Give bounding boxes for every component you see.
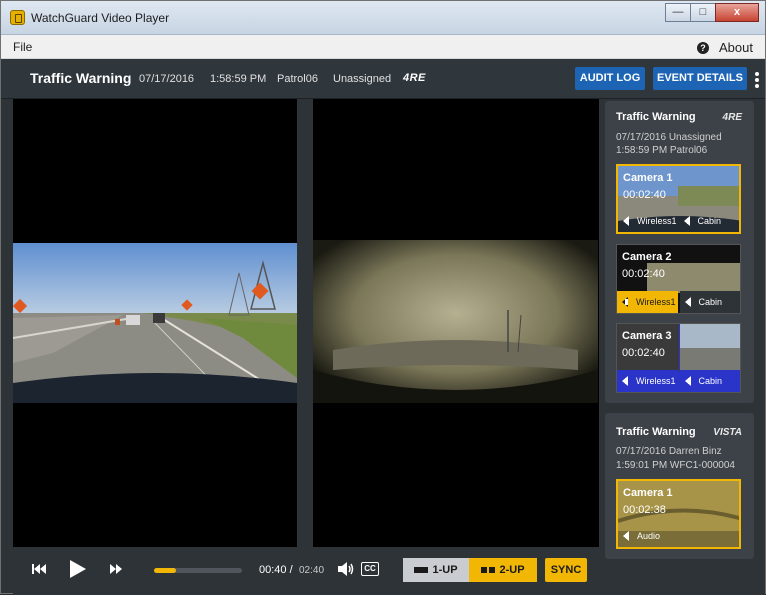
speaker-icon [622,297,628,307]
maximize-icon: □ [699,6,707,18]
event-card-meta-line1: 07/17/2016 Unassigned [616,132,722,143]
skip-back-icon[interactable] [32,564,46,574]
video-feed-camera-1[interactable] [13,243,297,403]
audit-log-button[interactable]: AUDIT LOG [575,67,645,90]
event-card-meta-line2: 1:58:59 PM Patrol06 [616,145,708,156]
4re-logo: 4RE [403,72,426,84]
audio-channels: Wireless1 Cabin [617,370,740,392]
watchguard-logo-icon [10,10,25,25]
sync-button[interactable]: SYNC [545,558,587,582]
close-button[interactable]: x [715,3,759,22]
play-icon[interactable] [70,560,86,578]
fast-forward-icon[interactable] [110,564,124,574]
dual-view-icon [481,567,488,574]
audio-channels: Wireless1 Cabin [618,210,739,232]
current-time: 00:40 / [259,564,293,576]
camera-time: 00:02:38 [623,504,666,516]
camera-name: Camera 1 [623,172,673,184]
menu-file[interactable]: File [13,40,32,54]
menu-bar: File ? About [1,35,765,59]
speaker-icon [684,297,691,307]
event-details-button[interactable]: EVENT DETAILS [653,67,747,90]
audio-label: Wireless1 [637,216,677,226]
event-card-meta-line1: 07/17/2016 Darren Binz [616,446,722,457]
audio-wireless1-toggle[interactable]: Wireless1 [617,291,678,313]
layout-1up-button[interactable]: 1-UP [403,558,469,582]
maximize-button[interactable]: □ [690,3,716,22]
event-date: 07/17/2016 [139,73,195,85]
speaker-icon [683,216,690,226]
highway-scene [13,243,297,403]
closed-captions-button[interactable]: CC [361,562,379,576]
event-header: Traffic Warning 07/17/2016 1:58:59 PM Pa… [1,59,765,99]
camera-name: Camera 2 [622,251,672,263]
vista-logo: VISTA [713,427,742,438]
speaker-icon [622,376,628,386]
audio-wireless1-toggle[interactable]: Wireless1 [618,210,679,232]
camera-thumb-1[interactable]: Camera 1 00:02:40 Wireless1 Cabin [616,164,741,234]
camera-name: Camera 3 [622,330,672,342]
minimize-icon: — [672,6,684,18]
help-icon: ? [697,41,710,54]
speaker-icon [623,216,629,226]
audio-channels: Wireless1 Cabin [617,291,740,313]
progress-fill [154,568,176,573]
event-status: Unassigned [333,73,392,85]
event-card-title: Traffic Warning [616,426,696,438]
about-label: About [719,40,753,55]
layout-2up-button[interactable]: 2-UP [469,558,537,582]
audio-label: Cabin [697,216,722,226]
audio-channels: Audio [618,525,739,547]
event2-camera-thumb-1[interactable]: Camera 1 00:02:38 Audio [616,479,741,549]
audio-label: Cabin [698,376,723,386]
speaker-icon [623,531,629,541]
total-time: 02:40 [299,565,325,576]
camera-time: 00:02:40 [622,347,665,359]
audio-cabin-toggle[interactable]: Cabin [679,291,740,313]
camera-thumb-3[interactable]: Camera 3 00:02:40 Wireless1 Cabin [616,323,741,393]
audio-cabin-toggle[interactable]: Cabin [679,370,740,392]
camera-time: 00:02:40 [623,189,666,201]
4re-logo: 4RE [722,112,742,123]
window-title: WatchGuard Video Player [31,11,170,25]
volume-icon[interactable] [338,562,354,576]
camera-thumb-2[interactable]: Camera 2 00:02:40 Wireless1 Cabin [616,244,741,314]
audio-label: Cabin [698,297,723,307]
camera-time: 00:02:40 [622,268,665,280]
menu-about[interactable]: ? About [697,40,753,55]
audio-label: Wireless1 [636,297,676,307]
audio-toggle[interactable]: Audio [618,525,678,547]
fisheye-scene [313,240,598,403]
event-card-meta-line2: 1:59:01 PM WFC1-000004 [616,460,735,471]
audio-wireless1-toggle[interactable]: Wireless1 [617,370,678,392]
video-feed-camera-2[interactable] [313,240,598,403]
audio-label: Wireless1 [636,376,676,386]
video-divider [297,99,313,547]
app-window: WatchGuard Video Player — □ x File ? Abo… [0,0,766,595]
progress-bar[interactable] [154,568,242,573]
minimize-button[interactable]: — [665,3,691,22]
camera-name: Camera 1 [623,487,673,499]
event-card-title: Traffic Warning [616,111,696,123]
speaker-icon [684,376,691,386]
audio-cabin-toggle[interactable]: Cabin [679,210,740,232]
event-title: Traffic Warning [30,70,132,86]
close-icon: x [733,6,741,18]
audio-label: Audio [637,531,661,541]
event-officer: Patrol06 [277,73,318,85]
window-controls: — □ x [665,3,759,22]
title-bar[interactable]: WatchGuard Video Player — □ x [1,1,765,35]
more-options-icon[interactable] [755,72,759,90]
event-time: 1:58:59 PM [210,73,267,85]
single-view-icon [414,567,429,574]
